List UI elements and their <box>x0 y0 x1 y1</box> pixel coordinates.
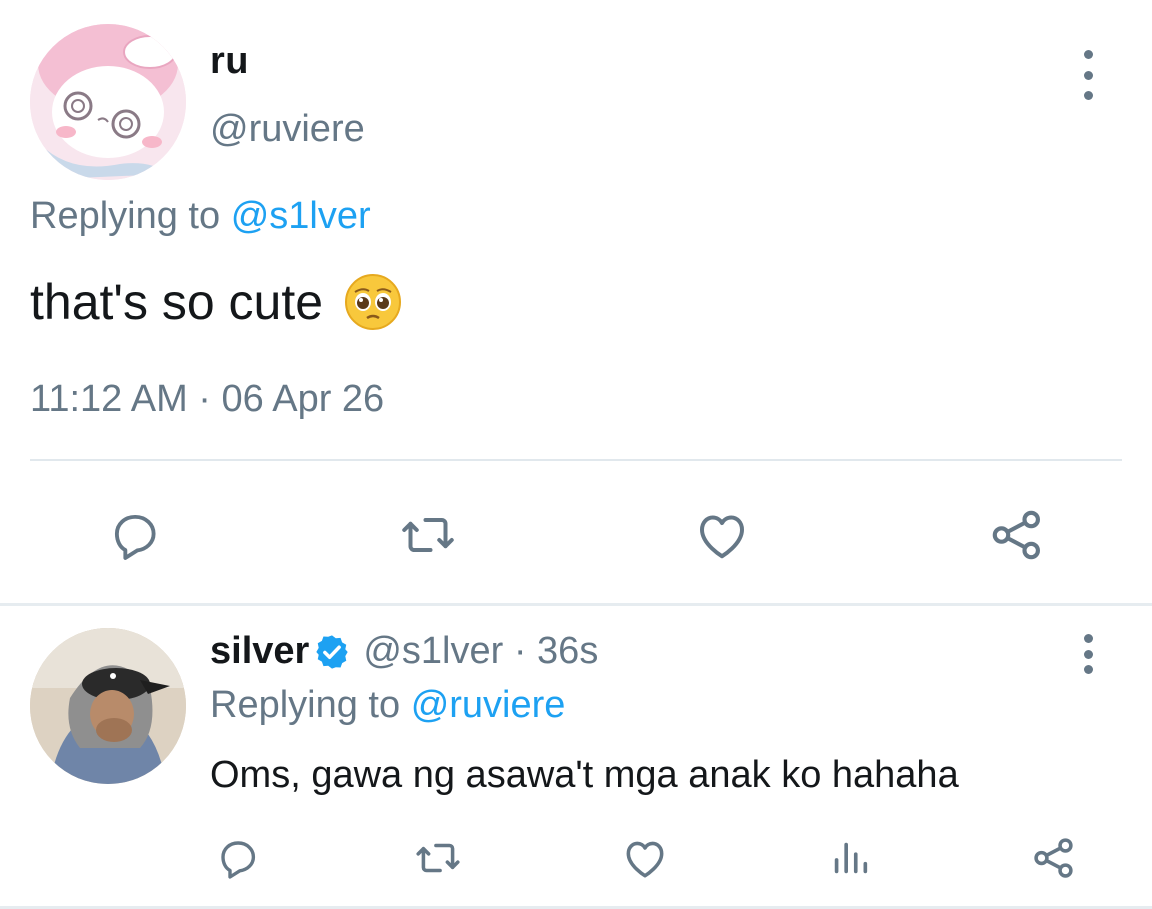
more-options-icon[interactable] <box>1070 634 1106 674</box>
analytics-icon[interactable] <box>820 828 880 888</box>
divider <box>30 459 1122 461</box>
main-tweet: ru @ruviere Replying to @s1lver that's s… <box>0 0 1152 604</box>
tweet-text-content: that's so cute <box>30 274 324 330</box>
author-name[interactable]: ru <box>210 40 249 83</box>
tweet-timestamp: 11:12 AM · 06 Apr 26 <box>30 378 385 420</box>
avatar-image <box>30 628 186 784</box>
reply-author-avatar[interactable] <box>30 628 186 784</box>
reply-author-name[interactable]: silver <box>210 630 309 673</box>
replying-to: Replying to @ruviere <box>210 684 565 727</box>
more-options-icon[interactable] <box>1070 50 1106 100</box>
replying-handle-link[interactable]: @s1lver <box>231 195 371 237</box>
replying-to: Replying to @s1lver <box>30 195 371 238</box>
retweet-icon[interactable] <box>393 500 463 570</box>
time-separator: · <box>503 630 538 672</box>
reply-text: Oms, gawa ng asawa't mga anak ko hahaha <box>210 754 959 796</box>
replying-handle-link[interactable]: @ruviere <box>411 684 566 726</box>
reply-icon[interactable] <box>208 828 268 888</box>
author-avatar[interactable] <box>30 24 186 180</box>
retweet-icon[interactable] <box>408 828 468 888</box>
author-handle[interactable]: @ruviere <box>210 108 365 151</box>
share-icon[interactable] <box>982 500 1052 570</box>
tweet-text: that's so cute <box>30 272 403 332</box>
replying-prefix: Replying to <box>210 684 401 726</box>
reply-header: silver @s1lver · 36s <box>210 630 598 673</box>
replying-prefix: Replying to <box>30 195 221 237</box>
share-icon[interactable] <box>1024 828 1084 888</box>
like-icon[interactable] <box>687 500 757 570</box>
pleading-face-emoji <box>345 274 402 330</box>
verified-badge-icon <box>316 634 348 669</box>
avatar-image <box>30 24 186 180</box>
reply-tweet[interactable]: silver @s1lver · 36s Replying to @ruvier… <box>0 606 1152 909</box>
reply-icon[interactable] <box>100 500 170 570</box>
reply-time: 36s <box>537 630 599 672</box>
like-icon[interactable] <box>615 828 675 888</box>
reply-author-handle[interactable]: @s1lver <box>363 630 503 673</box>
